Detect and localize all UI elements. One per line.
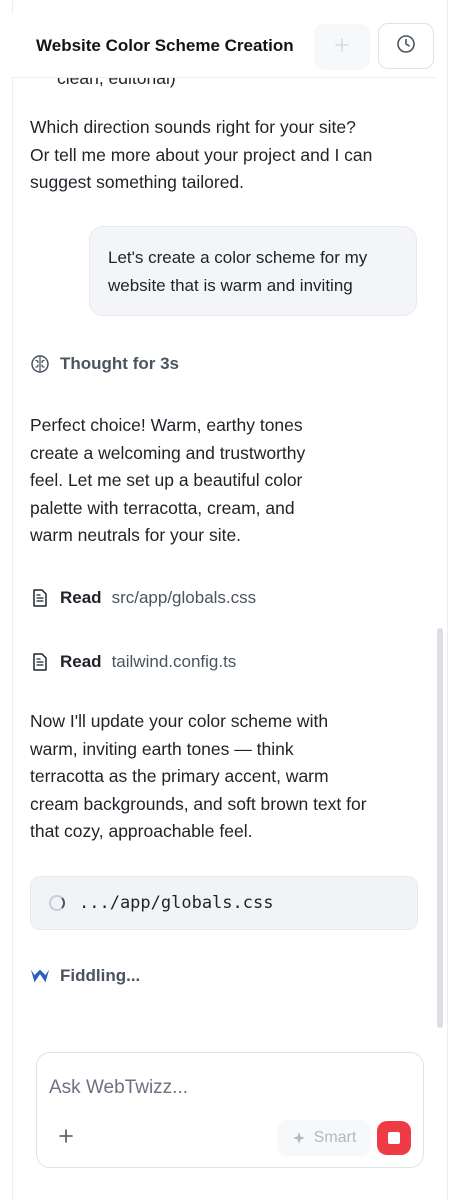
chat-input[interactable] (49, 1077, 389, 1099)
clock-icon (396, 34, 416, 59)
tool-read-row[interactable]: Read tailwind.config.ts (30, 652, 236, 672)
read-action-label: Read (60, 588, 102, 607)
status-row: Fiddling... (30, 966, 140, 986)
new-chat-button[interactable] (314, 24, 370, 70)
editing-file-path: .../app/globals.css (79, 893, 274, 913)
sparkle-icon (292, 1131, 306, 1145)
assistant-message: Now I'll update your color scheme with w… (30, 711, 367, 841)
thought-indicator[interactable]: Thought for 3s (30, 354, 179, 374)
thought-label: Thought for 3s (60, 354, 179, 373)
scrollbar[interactable] (437, 628, 443, 1028)
history-button[interactable] (378, 23, 434, 69)
read-file-path: src/app/globals.css (111, 588, 257, 607)
plus-icon (334, 37, 350, 58)
add-attachment-button[interactable] (55, 1127, 77, 1149)
stop-icon (388, 1132, 400, 1144)
brain-icon (30, 354, 50, 374)
plus-icon (58, 1128, 74, 1149)
cut-off-text: clean, editorial) (57, 78, 176, 88)
read-file-path: tailwind.config.ts (111, 652, 237, 671)
read-action-label: Read (60, 652, 102, 671)
message-list[interactable]: clean, editorial) Which direction sounds… (12, 78, 436, 1038)
chat-header: Website Color Scheme Creation (12, 14, 436, 78)
file-icon (30, 652, 50, 672)
status-text: Fiddling... (60, 966, 141, 985)
composer: Smart (36, 1052, 424, 1168)
chat-title: Website Color Scheme Creation (36, 36, 294, 55)
mode-label: Smart (313, 1129, 357, 1146)
editing-file-box[interactable]: .../app/globals.css (30, 876, 418, 930)
user-message-bubble: Let's create a color scheme for my websi… (89, 226, 417, 316)
loading-spinner-icon (49, 895, 65, 911)
tool-read-row[interactable]: Read src/app/globals.css (30, 588, 256, 608)
assistant-message: Perfect choice! Warm, earthy tones creat… (30, 415, 306, 545)
webtwizz-logo-icon (30, 966, 50, 986)
stop-button[interactable] (377, 1121, 411, 1155)
file-icon (30, 588, 50, 608)
assistant-message: Which direction sounds right for your si… (30, 117, 373, 192)
mode-button[interactable]: Smart (277, 1120, 371, 1156)
